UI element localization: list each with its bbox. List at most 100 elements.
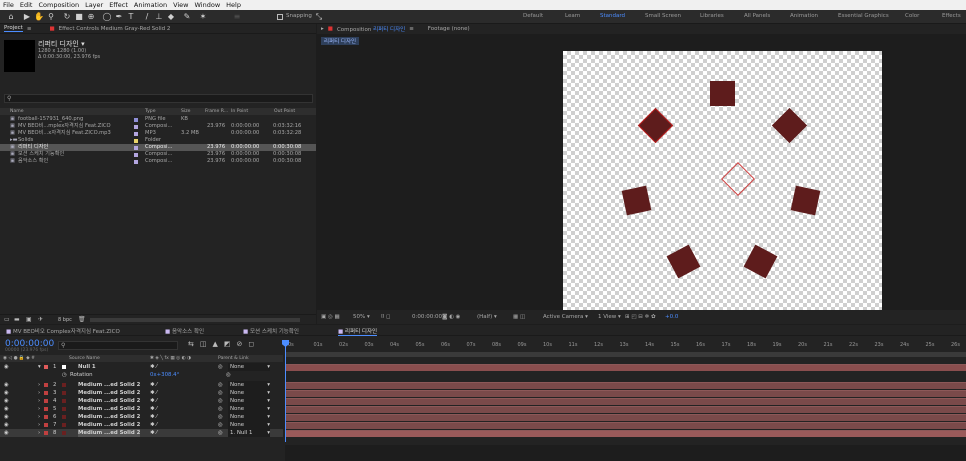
label-color-swatch[interactable]: [134, 124, 138, 129]
comp-breadcrumb[interactable]: 리퍼티 디자인: [321, 37, 360, 45]
label-color-swatch[interactable]: [134, 117, 138, 122]
timeline-tab[interactable]: ■ 리퍼티 디자인: [338, 327, 378, 336]
new-comp-icon[interactable]: ▣: [26, 316, 32, 323]
col-out-point[interactable]: Out Point: [274, 108, 295, 115]
lock-icon[interactable]: ▸: [321, 26, 324, 32]
project-item[interactable]: ▣ football-157931_640.png PNG file KB: [0, 116, 316, 123]
menu-item-effect[interactable]: Effect: [109, 1, 128, 9]
camera-view-dropdown[interactable]: Active Camera ▾: [543, 310, 588, 324]
col-frame-rate[interactable]: Frame R...: [205, 108, 228, 115]
menu-item-window[interactable]: Window: [195, 1, 221, 9]
layer-duration-bar[interactable]: [285, 390, 966, 397]
layer-duration-bar[interactable]: [285, 406, 966, 413]
solid-layer-selected[interactable]: [637, 107, 674, 144]
view-layout-dropdown[interactable]: 1 View ▾: [598, 310, 621, 324]
layer-duration-bar[interactable]: [285, 382, 966, 389]
solid-layer[interactable]: [666, 244, 701, 279]
work-area-bar[interactable]: [285, 352, 966, 357]
project-item[interactable]: ▣ 리퍼티 디자인 Composi... 23.976 0:00:00:00 0:00:3…: [0, 144, 316, 151]
workspace-small-screen[interactable]: Small Screen: [645, 13, 681, 19]
layer-duration-bar[interactable]: [285, 414, 966, 421]
col-name[interactable]: Name: [10, 108, 24, 115]
workspace-color[interactable]: Color: [905, 13, 919, 19]
grid-icon[interactable]: ⌷ ◻: [381, 310, 391, 324]
project-item[interactable]: ▣ MV BEO비...x자격지심 Feat.ZICO.mp3 MP3 3.2 MB 0…: [0, 130, 316, 137]
layer-duration-bar[interactable]: [285, 430, 966, 437]
align-icon[interactable]: ≡: [232, 12, 242, 22]
col-source-name[interactable]: Source Name: [69, 355, 100, 362]
layer-duration-bar[interactable]: [285, 398, 966, 405]
workspace-learn[interactable]: Learn: [565, 13, 580, 19]
label-color-swatch[interactable]: [134, 145, 138, 150]
home-icon[interactable]: ⌂: [6, 12, 16, 22]
timeline-tab[interactable]: ■ 모션 스케치 기능확인: [243, 327, 299, 335]
workspace-libraries[interactable]: Libraries: [700, 13, 724, 19]
roto-brush-tool-icon[interactable]: ✎: [182, 12, 192, 22]
project-search-input[interactable]: ⚲: [4, 94, 313, 103]
label-color-swatch[interactable]: [134, 131, 138, 136]
tab-effect-controls[interactable]: Effect Controls Medium Gray-Red Solid 2: [59, 26, 171, 32]
solid-layer[interactable]: [710, 81, 735, 106]
zoom-dropdown[interactable]: 50% ▾: [353, 310, 370, 324]
col-in-point[interactable]: In Point: [231, 108, 248, 115]
tab-footage[interactable]: Footage (none): [428, 26, 470, 32]
menu-item-help[interactable]: Help: [226, 1, 241, 9]
project-item[interactable]: ▣ 모션 스케치 기능확인 Composi... 23.976 0:00:00:00 0:…: [0, 151, 316, 158]
tab-composition[interactable]: Composition 리퍼티 디자인: [337, 25, 405, 33]
pan-behind-tool-icon[interactable]: ⊕: [86, 12, 96, 22]
panel-menu-icon[interactable]: ≡: [27, 26, 32, 32]
camera-icon[interactable]: ◙ ◐ ◉: [442, 310, 460, 324]
workspace-default[interactable]: Default: [523, 13, 543, 19]
workspace-effects[interactable]: Effects: [942, 13, 961, 19]
tab-project[interactable]: Project: [4, 25, 23, 32]
col-size[interactable]: Size: [181, 108, 190, 115]
workspace-essential-graphics[interactable]: Essential Graphics: [838, 13, 889, 19]
solid-layer[interactable]: [621, 185, 652, 216]
bpc-label[interactable]: 8 bpc: [58, 317, 72, 323]
current-time[interactable]: 0:00:00:00: [412, 310, 442, 324]
timeline-search-input[interactable]: ⚲: [58, 341, 178, 350]
flowchart-icon[interactable]: ⊞ ◰ ⊟ ✲ ✿: [625, 310, 656, 324]
label-color-swatch[interactable]: [134, 152, 138, 157]
menu-item-edit[interactable]: Edit: [20, 1, 33, 9]
interpret-footage-icon[interactable]: ▭: [4, 316, 10, 323]
project-scrollbar[interactable]: [90, 318, 300, 322]
layer-duration-bar[interactable]: [285, 422, 966, 429]
snap-icon[interactable]: ⤡: [314, 12, 324, 22]
type-tool-icon[interactable]: T: [126, 12, 136, 22]
time-ruler[interactable]: 0s 01s 02s 03s 04s 05s 06s 07s 08s 09s 10s 11s 12s 13…: [285, 342, 966, 352]
col-parent[interactable]: Parent & Link: [218, 355, 249, 362]
brush-tool-icon[interactable]: /: [142, 12, 152, 22]
snapping-checkbox[interactable]: [277, 14, 283, 20]
menu-item-file[interactable]: File: [3, 1, 14, 9]
resolution-dropdown[interactable]: (Half) ▾: [477, 310, 497, 324]
menu-item-view[interactable]: View: [173, 1, 188, 9]
selection-tool-icon[interactable]: ▶: [22, 12, 32, 22]
layer-duration-bar[interactable]: [285, 364, 966, 371]
menu-item-composition[interactable]: Composition: [38, 1, 79, 9]
camera-tool-icon[interactable]: ■: [74, 12, 84, 22]
snapshot-icon[interactable]: ▣ ◎ ▦: [321, 310, 340, 324]
project-item[interactable]: ▣ 음악소스 확인 Composi... 23.976 0:00:00:00 0:00:3…: [0, 158, 316, 165]
solid-layer[interactable]: [790, 185, 821, 216]
timeline-tab[interactable]: ■ 음악소스 확인: [165, 327, 204, 335]
flowchart-icon[interactable]: ✈: [38, 316, 43, 323]
label-color-swatch[interactable]: [134, 138, 138, 143]
pen-tool-icon[interactable]: ✒: [114, 12, 124, 22]
label-color-swatch[interactable]: [134, 159, 138, 164]
workspace-standard[interactable]: Standard: [600, 13, 625, 19]
hand-tool-icon[interactable]: ✋: [34, 12, 44, 22]
region-icon[interactable]: ▦ ◫: [513, 310, 525, 324]
rotate-tool-icon[interactable]: ↻: [62, 12, 72, 22]
timeline-switches-icons[interactable]: ⇆◫▲◩⊘◻: [188, 340, 260, 348]
menu-item-layer[interactable]: Layer: [85, 1, 103, 9]
delete-icon[interactable]: 🗑: [78, 316, 86, 323]
solid-layer[interactable]: [743, 244, 778, 279]
col-type[interactable]: Type: [145, 108, 156, 115]
comp-viewer[interactable]: [563, 51, 882, 310]
project-item[interactable]: ▣ MV BEO비...mplex자격지심 Feat.ZICO Composi...…: [0, 123, 316, 130]
mask-tool-icon[interactable]: ◯: [102, 12, 112, 22]
eraser-tool-icon[interactable]: ◆: [166, 12, 176, 22]
workspace-all-panels[interactable]: All Panels: [744, 13, 770, 19]
playhead[interactable]: [285, 342, 286, 442]
